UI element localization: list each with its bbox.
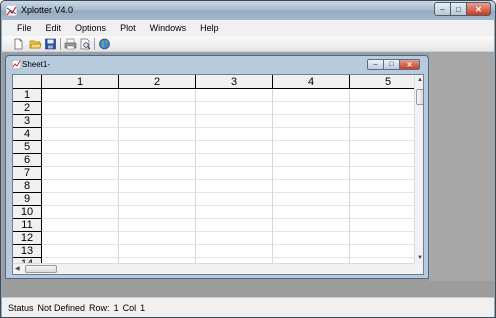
grid-row-line — [42, 101, 414, 102]
row-header[interactable]: 11 — [13, 219, 42, 232]
grid-corner-cell[interactable] — [13, 75, 42, 89]
toolbar-separator — [94, 38, 95, 50]
window-title: Xplotter V4.0 — [21, 5, 74, 15]
mdi-client-area: Sheet1- – □ ✕ 12345 1234567891011121314 … — [2, 53, 494, 297]
sheet-window: Sheet1- – □ ✕ 12345 1234567891011121314 … — [5, 55, 429, 279]
grid-row-line — [42, 205, 414, 206]
sheet-maximize-button[interactable]: □ — [383, 59, 400, 70]
column-header[interactable]: 3 — [196, 75, 273, 89]
print-icon[interactable] — [64, 38, 77, 50]
open-folder-icon[interactable] — [29, 38, 42, 50]
menu-file[interactable]: File — [10, 20, 39, 36]
mdi-background-panel — [429, 53, 494, 281]
spreadsheet-grid[interactable]: 12345 1234567891011121314 ▲ ▼ ◀ — [12, 74, 424, 275]
scroll-down-arrow-icon[interactable]: ▼ — [416, 253, 423, 263]
grid-row-line — [42, 179, 414, 180]
row-header[interactable]: 13 — [13, 245, 42, 258]
grid-row-line — [42, 192, 414, 193]
grid-row-line — [42, 153, 414, 154]
grid-row-line — [42, 231, 414, 232]
row-header[interactable]: 9 — [13, 193, 42, 206]
toolbar — [2, 36, 494, 52]
grid-column-line — [272, 89, 273, 263]
row-value: 1 — [113, 303, 119, 313]
row-header[interactable]: 2 — [13, 102, 42, 115]
menu-options[interactable]: Options — [68, 20, 113, 36]
menu-help[interactable]: Help — [193, 20, 226, 36]
grid-row-line — [42, 114, 414, 115]
print-preview-icon[interactable] — [79, 38, 92, 50]
sheet-title: Sheet1- — [22, 60, 51, 69]
grid-row-line — [42, 257, 414, 258]
save-icon[interactable] — [44, 38, 57, 50]
horizontal-scrollbar[interactable]: ◀ — [13, 263, 414, 274]
status-label: Status — [8, 303, 34, 313]
grid-row-line — [42, 244, 414, 245]
row-header[interactable]: 12 — [13, 232, 42, 245]
vertical-scroll-thumb[interactable] — [416, 89, 423, 105]
title-bar[interactable]: Xplotter V4.0 – □ ✕ — [1, 1, 495, 20]
row-header[interactable]: 10 — [13, 206, 42, 219]
status-bar: Status Not Defined Row: 1 Col 1 — [2, 297, 494, 317]
column-header[interactable]: 2 — [119, 75, 196, 89]
menu-plot[interactable]: Plot — [113, 20, 143, 36]
menu-windows[interactable]: Windows — [143, 20, 194, 36]
new-file-icon[interactable] — [12, 38, 25, 50]
row-label: Row: — [89, 303, 110, 313]
row-header[interactable]: 5 — [13, 141, 42, 154]
row-header[interactable]: 1 — [13, 89, 42, 102]
close-button[interactable]: ✕ — [466, 2, 491, 16]
menu-edit[interactable]: Edit — [39, 20, 69, 36]
column-header[interactable]: 5 — [350, 75, 423, 89]
row-header[interactable]: 7 — [13, 167, 42, 180]
col-label: Col — [122, 303, 137, 313]
grid-row-line — [42, 140, 414, 141]
sheet-icon — [12, 60, 21, 69]
grid-row-line — [42, 218, 414, 219]
sheet-minimize-button[interactable]: – — [367, 59, 384, 70]
grid-column-line — [349, 89, 350, 263]
application-window: Xplotter V4.0 – □ ✕ File Edit Options Pl… — [0, 0, 496, 318]
xplotter-app-icon — [6, 5, 17, 16]
row-header[interactable]: 6 — [13, 154, 42, 167]
status-value: Not Defined — [37, 303, 86, 313]
column-header[interactable]: 1 — [42, 75, 119, 89]
globe-icon[interactable] — [98, 38, 111, 50]
grid-row-line — [42, 127, 414, 128]
sheet-close-button[interactable]: ✕ — [399, 59, 420, 70]
row-header[interactable]: 4 — [13, 128, 42, 141]
horizontal-scroll-thumb[interactable] — [25, 265, 57, 273]
scroll-up-arrow-icon[interactable]: ▲ — [416, 75, 423, 85]
grid-column-line — [118, 89, 119, 263]
toolbar-separator — [60, 38, 61, 50]
col-value: 1 — [140, 303, 146, 313]
grid-row-line — [42, 166, 414, 167]
row-header[interactable]: 3 — [13, 115, 42, 128]
grid-column-line — [195, 89, 196, 263]
maximize-button[interactable]: □ — [450, 2, 467, 16]
minimize-button[interactable]: – — [434, 2, 451, 16]
scroll-left-arrow-icon[interactable]: ◀ — [15, 264, 23, 274]
row-header[interactable]: 8 — [13, 180, 42, 193]
column-header[interactable]: 4 — [273, 75, 350, 89]
vertical-scrollbar[interactable]: ▲ ▼ — [414, 75, 423, 263]
scrollbar-corner — [414, 263, 423, 274]
menu-bar: File Edit Options Plot Windows Help — [2, 20, 494, 36]
